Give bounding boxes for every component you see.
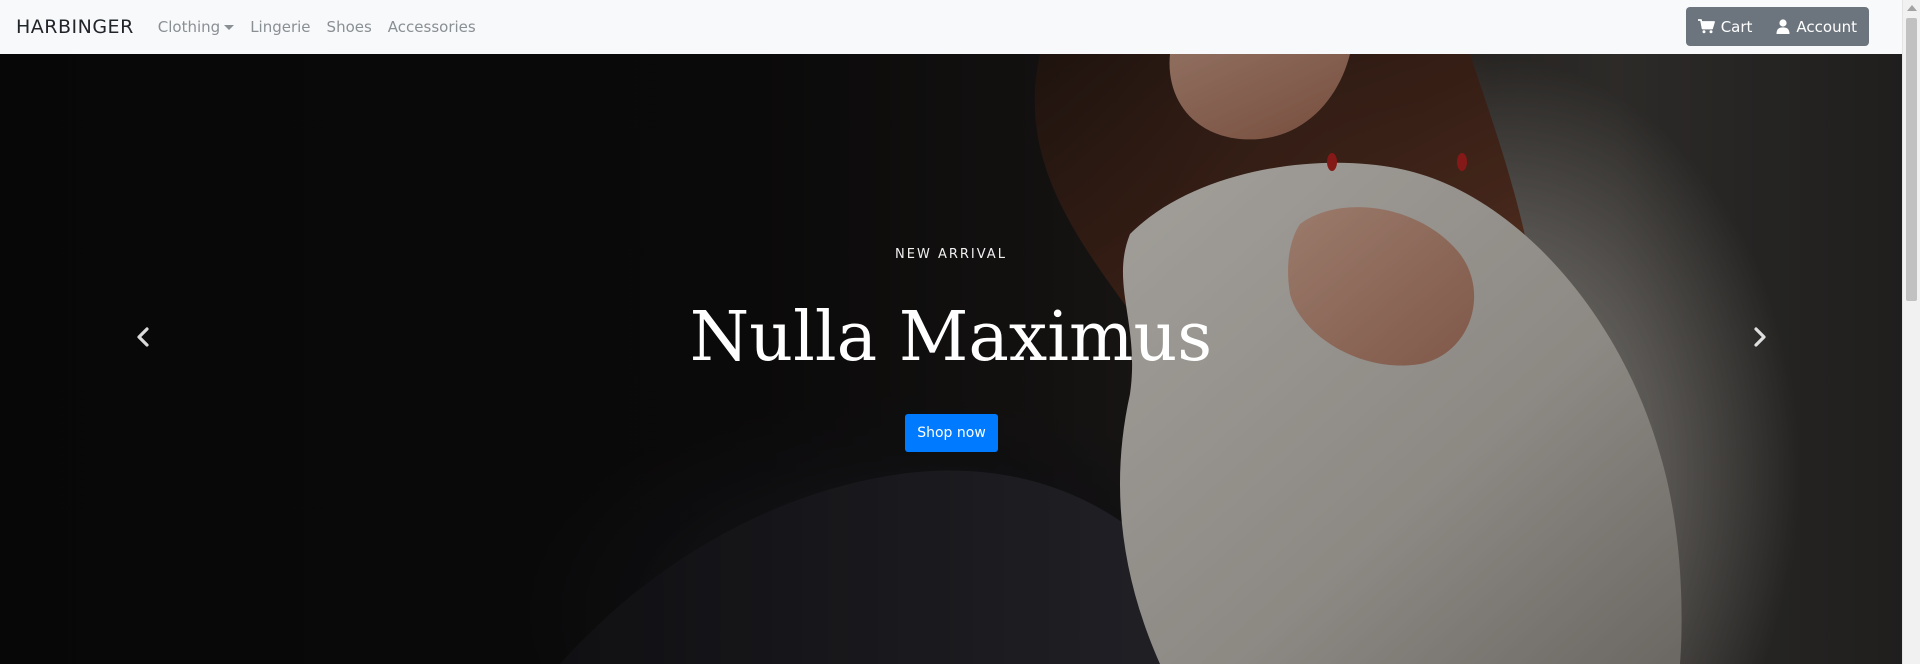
hero-eyebrow: NEW ARRIVAL xyxy=(895,247,1007,262)
caret-down-icon xyxy=(224,24,235,30)
chevron-right-icon xyxy=(1753,326,1767,352)
user-icon xyxy=(1776,19,1790,34)
account-label: Account xyxy=(1796,17,1857,36)
carousel-next-button[interactable] xyxy=(1730,294,1790,384)
nav-shoes[interactable]: Shoes xyxy=(327,18,372,36)
cart-icon xyxy=(1697,19,1715,34)
nav-accessories[interactable]: Accessories xyxy=(388,18,476,36)
scroll-up-arrow-icon[interactable] xyxy=(1907,5,1917,11)
cart-label: Cart xyxy=(1720,17,1753,36)
brand-logo[interactable]: HARBINGER xyxy=(16,16,134,38)
nav-clothing-label: Clothing xyxy=(157,18,221,36)
hero-carousel: NEW ARRIVAL Nulla Maximus Shop now xyxy=(0,54,1902,664)
top-navbar: HARBINGER Clothing Lingerie Shoes Access… xyxy=(0,0,1902,54)
page-scrollbar[interactable] xyxy=(1902,0,1920,664)
main-nav: Clothing Lingerie Shoes Accessories xyxy=(158,18,476,36)
carousel-prev-button[interactable] xyxy=(113,294,173,384)
nav-lingerie[interactable]: Lingerie xyxy=(250,18,310,36)
shop-now-button[interactable]: Shop now xyxy=(905,414,998,452)
scroll-thumb[interactable] xyxy=(1906,18,1917,301)
nav-button-group: Cart Account xyxy=(1685,7,1869,46)
cart-button[interactable]: Cart xyxy=(1686,7,1765,46)
hero-title: Nulla Maximus xyxy=(689,298,1213,377)
nav-clothing-dropdown[interactable]: Clothing xyxy=(157,18,235,36)
account-button[interactable]: Account xyxy=(1764,7,1869,46)
chevron-left-icon xyxy=(136,326,150,352)
